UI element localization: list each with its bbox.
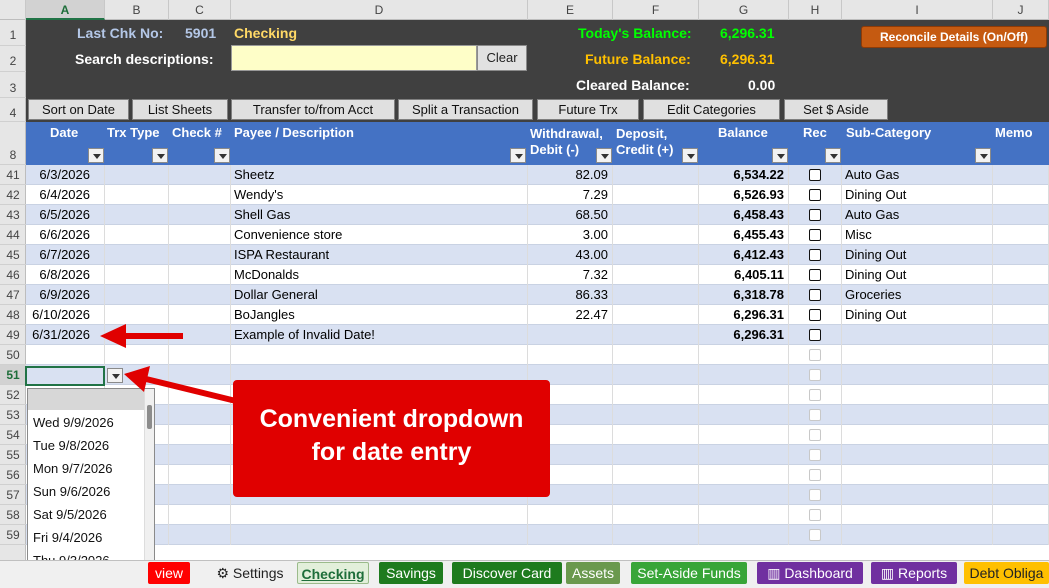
sheet-tab-debt-obliga[interactable]: Debt Obliga	[964, 562, 1049, 584]
sheet-tab-set-aside-funds[interactable]: Set-Aside Funds	[631, 562, 747, 584]
sheet-tab-label: Set-Aside Funds	[637, 565, 741, 581]
sheet-tab-discover-card[interactable]: Discover Card	[452, 562, 562, 584]
sheet-tab-label: Checking	[301, 566, 365, 582]
callout-box: Convenient dropdown for date entry	[233, 380, 550, 497]
chart-icon: ▥	[880, 565, 899, 581]
sheet-tab-dashboard[interactable]: ▥ Dashboard	[757, 562, 863, 584]
annotation-arrows	[100, 324, 241, 405]
chart-icon: ▥	[767, 565, 785, 581]
sheet-tab-label: view	[154, 565, 183, 581]
arrow-dropdown-head	[124, 366, 150, 392]
sheet-tab-settings[interactable]: ⚙ Settings	[207, 562, 293, 584]
sheet-tab-label: Debt Obliga	[969, 565, 1044, 581]
callout-line-2: for date entry	[311, 438, 472, 466]
sheet-tab-label: Assets	[571, 565, 614, 581]
sheet-tab-assets[interactable]: Assets	[566, 562, 620, 584]
sheet-tab-label: Reports	[898, 565, 948, 581]
sheet-tab-label: Settings	[232, 565, 284, 581]
sheet-tab-view[interactable]: view	[148, 562, 190, 584]
sheet-tab-reports[interactable]: ▥ Reports	[871, 562, 957, 584]
arrow-dropdown	[141, 375, 241, 405]
sheet-tab-label: Savings	[386, 565, 436, 581]
sheet-tab-checking[interactable]: Checking	[297, 562, 369, 584]
sheet-tab-label: Discover Card	[462, 565, 552, 581]
callout-line-1: Convenient dropdown	[259, 405, 524, 433]
sheet-tab-label: Dashboard	[784, 565, 853, 581]
gear-icon: ⚙	[216, 565, 233, 581]
arrow-invalid-date-head	[100, 324, 126, 348]
sheet-tab-savings[interactable]: Savings	[379, 562, 443, 584]
